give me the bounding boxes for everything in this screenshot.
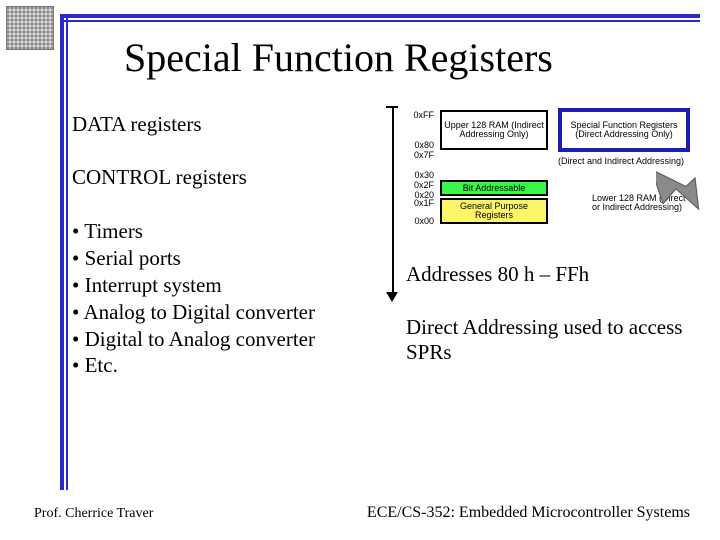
bullet-timers: Timers xyxy=(72,218,392,245)
big-arrow-icon xyxy=(656,152,716,222)
memory-map-figure: 0xFF 0x80 0x7F 0x30 0x2F 0x20 0x1F 0x00 … xyxy=(400,110,700,250)
footer-author: Prof. Cherrice Traver xyxy=(34,506,153,522)
addr-0x80: 0x80 xyxy=(400,140,434,150)
block-upper-128-ram: Upper 128 RAM (Indirect Addressing Only) xyxy=(440,110,548,150)
figure-pointer-arrowhead xyxy=(386,292,398,304)
bullet-dac: Digital to Analog converter xyxy=(72,326,392,353)
addr-0x2f: 0x2F xyxy=(400,180,434,190)
bullet-serial-ports: Serial ports xyxy=(72,245,392,272)
decor-hbar2 xyxy=(60,20,700,22)
heading-control-registers: CONTROL registers xyxy=(72,165,392,190)
addr-0x1f: 0x1F xyxy=(400,198,434,208)
block-sfr-highlighted: Special Function Registers (Direct Addre… xyxy=(558,108,690,152)
addr-0x30: 0x30 xyxy=(400,170,434,180)
decor-vbar2 xyxy=(66,14,68,490)
block-general-purpose-registers: General Purpose Registers xyxy=(440,198,548,224)
bullet-etc: Etc. xyxy=(72,352,392,379)
text-direct-addressing: Direct Addressing used to access SPRs xyxy=(406,315,706,365)
slide: Special Function Registers DATA register… xyxy=(0,0,720,540)
bullet-adc: Analog to Digital converter xyxy=(72,299,392,326)
addr-0xff: 0xFF xyxy=(400,110,434,120)
decor-hbar xyxy=(60,14,700,18)
memory-blocks: Upper 128 RAM (Indirect Addressing Only)… xyxy=(440,110,690,230)
left-column: DATA registers CONTROL registers Timers … xyxy=(72,112,392,379)
decor-vbar xyxy=(60,14,64,490)
slide-title: Special Function Registers xyxy=(124,34,553,81)
text-addresses: Addresses 80 h – FFh xyxy=(406,262,706,287)
figure-pointer-line xyxy=(392,108,394,298)
chip-icon xyxy=(6,6,54,50)
bullet-list: Timers Serial ports Interrupt system Ana… xyxy=(72,218,392,379)
addr-0x00: 0x00 xyxy=(400,216,434,226)
bullet-interrupt-system: Interrupt system xyxy=(72,272,392,299)
block-bit-addressable: Bit Addressable xyxy=(440,180,548,196)
right-column: Addresses 80 h – FFh Direct Addressing u… xyxy=(406,262,706,365)
heading-data-registers: DATA registers xyxy=(72,112,392,137)
footer-course: ECE/CS-352: Embedded Microcontroller Sys… xyxy=(367,504,690,522)
addr-0x7f: 0x7F xyxy=(400,150,434,160)
